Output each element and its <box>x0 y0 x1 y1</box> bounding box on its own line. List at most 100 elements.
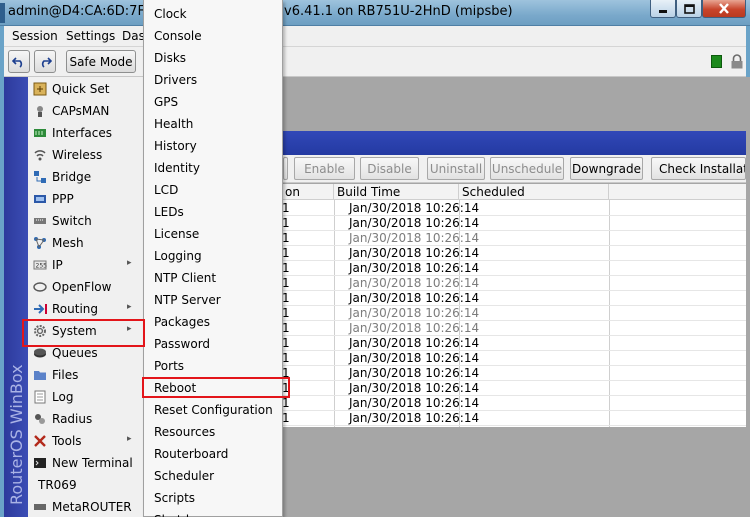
log-icon <box>32 389 48 405</box>
package-table[interactable]: on Build Time Scheduled 1 Jan/30/2018 10:… <box>282 184 746 427</box>
close-icon <box>719 3 729 14</box>
table-row[interactable]: 1 Jan/30/2018 10:26:14 <box>282 201 746 216</box>
safe-mode-button[interactable]: Safe Mode <box>66 50 136 73</box>
menu-item-label: MetaROUTER <box>52 500 132 514</box>
menu-item-label: PPP <box>52 192 74 206</box>
window-title-bar[interactable]: admin@D4:CA:6D:7F: v6.41.1 on RB751U-2Hn… <box>0 0 750 26</box>
menu-item-ppp[interactable]: PPP <box>28 188 143 210</box>
system-menu-item-resources[interactable]: Resources <box>144 419 282 441</box>
system-menu-item-ports[interactable]: Ports <box>144 353 282 375</box>
system-menu-item-label: Scripts <box>154 491 196 505</box>
system-menu-item-clock[interactable]: Clock <box>144 1 282 23</box>
table-row[interactable]: 1 Jan/30/2018 10:26:14 <box>282 216 746 231</box>
menu-item-interfaces[interactable]: Interfaces <box>28 122 143 144</box>
minimize-button[interactable] <box>650 0 676 18</box>
menu-dashboard[interactable]: Das <box>122 29 145 43</box>
menu-item-bridge[interactable]: Bridge <box>28 166 143 188</box>
menu-item-routing[interactable]: Routing ▸ <box>28 298 143 320</box>
system-menu-item-label: NTP Server <box>154 293 221 307</box>
menu-item-label: Tools <box>52 434 82 448</box>
system-menu-item-drivers[interactable]: Drivers <box>144 67 282 89</box>
system-menu-item-packages[interactable]: Packages <box>144 309 282 331</box>
menu-item-capsman[interactable]: CAPsMAN <box>28 100 143 122</box>
table-row[interactable]: 1 Jan/30/2018 10:26:14 <box>282 231 746 246</box>
system-menu-item-shutdown[interactable]: Shutdown <box>144 507 282 517</box>
system-menu-item-leds[interactable]: LEDs <box>144 199 282 221</box>
menu-item-files[interactable]: Files <box>28 364 143 386</box>
folder-icon <box>32 367 48 383</box>
table-row[interactable]: 1 Jan/30/2018 10:26:14 <box>282 276 746 291</box>
menu-item-log[interactable]: Log <box>28 386 143 408</box>
system-menu-item-label: GPS <box>154 95 179 109</box>
menu-item-label: New Terminal <box>52 456 133 470</box>
system-menu-item-health[interactable]: Health <box>144 111 282 133</box>
disable-button[interactable]: Disable <box>360 157 419 180</box>
system-menu-item-history[interactable]: History <box>144 133 282 155</box>
menu-item-mesh[interactable]: Mesh <box>28 232 143 254</box>
system-menu-item-reset-configuration[interactable]: Reset Configuration <box>144 397 282 419</box>
table-row[interactable]: 1 Jan/30/2018 10:26:14 <box>282 411 746 426</box>
system-menu-item-ntp-server[interactable]: NTP Server <box>144 287 282 309</box>
maximize-button[interactable] <box>676 0 702 18</box>
table-row[interactable]: 1 Jan/30/2018 10:26:14 <box>282 336 746 351</box>
table-row[interactable]: 1 Jan/30/2018 10:26:14 <box>282 366 746 381</box>
menu-item-tools[interactable]: Tools ▸ <box>28 430 143 452</box>
table-row[interactable]: 1 Jan/30/2018 10:26:14 <box>282 306 746 321</box>
table-row[interactable]: 1 Jan/30/2018 10:26:14 <box>282 246 746 261</box>
system-menu-item-password[interactable]: Password <box>144 331 282 353</box>
menu-item-switch[interactable]: Switch <box>28 210 143 232</box>
system-menu-item-gps[interactable]: GPS <box>144 89 282 111</box>
redo-icon <box>41 56 52 68</box>
window-title-version: v6.41.1 on RB751U-2HnD (mipsbe) <box>284 4 513 19</box>
column-header-scheduled[interactable]: Scheduled <box>459 184 609 200</box>
system-menu-item-lcd[interactable]: LCD <box>144 177 282 199</box>
menu-item-label: Switch <box>52 214 92 228</box>
menu-item-openflow[interactable]: OpenFlow <box>28 276 143 298</box>
redo-button[interactable] <box>34 50 56 73</box>
downgrade-button[interactable]: Downgrade <box>570 157 643 180</box>
build-time-cell: Jan/30/2018 10:26:14 <box>349 381 480 395</box>
menu-item-radius[interactable]: Radius <box>28 408 143 430</box>
system-menu-item-routerboard[interactable]: Routerboard <box>144 441 282 463</box>
capsman-icon <box>32 103 48 119</box>
table-row[interactable]: 1 Jan/30/2018 10:26:14 <box>282 291 746 306</box>
system-menu-item-console[interactable]: Console <box>144 23 282 45</box>
menu-item-new-terminal[interactable]: New Terminal <box>28 452 143 474</box>
table-row[interactable]: 1 Jan/30/2018 10:26:14 <box>282 351 746 366</box>
system-menu-item-scheduler[interactable]: Scheduler <box>144 463 282 485</box>
system-menu-item-scripts[interactable]: Scripts <box>144 485 282 507</box>
column-header-build-time[interactable]: Build Time <box>334 184 459 200</box>
unschedule-button[interactable]: Unschedule <box>490 157 564 180</box>
check-installation-button[interactable]: Check Installation <box>651 157 746 180</box>
table-row[interactable]: 1 Jan/30/2018 10:26:14 <box>282 381 746 396</box>
bridge-icon <box>32 169 48 185</box>
menu-item-tr069[interactable]: TR069 <box>28 474 143 496</box>
menu-session[interactable]: Session <box>12 29 58 43</box>
system-menu-item-ntp-client[interactable]: NTP Client <box>144 265 282 287</box>
system-menu-item-label: Shutdown <box>154 513 214 517</box>
uninstall-button[interactable]: Uninstall <box>427 157 485 180</box>
menu-item-wireless[interactable]: Wireless <box>28 144 143 166</box>
table-row[interactable]: 1 Jan/30/2018 10:26:14 <box>282 321 746 336</box>
system-menu-item-identity[interactable]: Identity <box>144 155 282 177</box>
table-row[interactable]: 1 Jan/30/2018 10:26:14 <box>282 396 746 411</box>
column-header-version[interactable]: on <box>282 184 334 200</box>
menu-settings[interactable]: Settings <box>66 29 115 43</box>
system-menu-item-license[interactable]: License <box>144 221 282 243</box>
close-button[interactable] <box>702 0 746 18</box>
menu-item-metarouter[interactable]: MetaROUTER <box>28 496 143 517</box>
package-list-title-bar[interactable] <box>282 131 746 155</box>
queues-icon <box>32 345 48 361</box>
menu-item-ip[interactable]: 255 IP ▸ <box>28 254 143 276</box>
ip-icon: 255 <box>32 257 48 273</box>
quick-set-icon <box>32 81 48 97</box>
system-menu-item-disks[interactable]: Disks <box>144 45 282 67</box>
system-menu-item-logging[interactable]: Logging <box>144 243 282 265</box>
package-partial-button[interactable] <box>283 157 288 180</box>
enable-button[interactable]: Enable <box>294 157 355 180</box>
build-time-cell: Jan/30/2018 10:26:14 <box>349 276 480 290</box>
table-row[interactable]: 1 Jan/30/2018 10:26:14 <box>282 261 746 276</box>
undo-button[interactable] <box>8 50 30 73</box>
mesh-icon <box>32 235 48 251</box>
menu-item-quick-set[interactable]: Quick Set <box>28 78 143 100</box>
